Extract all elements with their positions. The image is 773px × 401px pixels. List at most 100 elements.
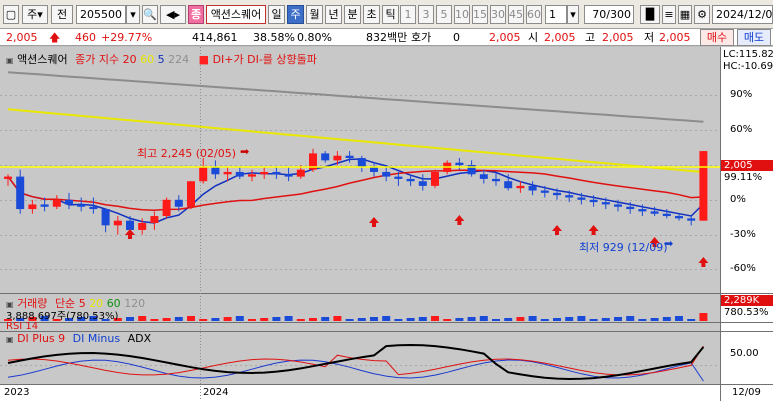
period-button-4[interactable]: 분 bbox=[344, 5, 361, 24]
interval-button-1[interactable]: 3 bbox=[418, 5, 434, 24]
period-button-0[interactable]: 일 bbox=[268, 5, 285, 24]
list-icon[interactable]: ≡ bbox=[662, 5, 676, 24]
chart-area[interactable]: ▣ 액션스퀘어 종가 지수 20 60 5 224 ■ DI+가 DI-를 상향… bbox=[0, 47, 773, 401]
candle-body bbox=[382, 171, 391, 177]
volume-bar bbox=[138, 316, 147, 321]
legend-ma-224: 224 bbox=[168, 53, 190, 66]
candle-body bbox=[565, 195, 574, 198]
count-input[interactable]: 70/300 bbox=[584, 5, 634, 24]
candle-body bbox=[77, 204, 86, 207]
rsi-legend: RSI 14 bbox=[6, 321, 39, 332]
period-button-6[interactable]: 틱 bbox=[382, 5, 399, 24]
candle-body bbox=[296, 169, 305, 177]
calendar-icon[interactable]: ▦ bbox=[678, 5, 692, 24]
legend-stock-name: 액션스퀘어 bbox=[17, 53, 68, 66]
candle-body bbox=[52, 199, 61, 207]
dmi-legend: ▣ DI Plus 9 DI Minus ADX bbox=[6, 332, 151, 345]
volume-bar bbox=[614, 317, 622, 321]
price-legend: ▣ 액션스퀘어 종가 지수 20 60 5 224 ■ DI+가 DI-를 상향… bbox=[6, 51, 317, 67]
volume-bar bbox=[260, 318, 269, 321]
buy-button[interactable]: 매수 bbox=[700, 29, 734, 46]
legend-signal: DI+가 DI-를 상향돌파 bbox=[212, 53, 317, 66]
interval-button-7[interactable]: 60 bbox=[526, 5, 542, 24]
sell-button[interactable]: 매도 bbox=[737, 29, 771, 46]
candle-body bbox=[504, 181, 513, 189]
candle-body bbox=[235, 171, 244, 177]
code-dropdown-icon[interactable]: ▾ bbox=[126, 5, 140, 24]
interval-button-5[interactable]: 30 bbox=[490, 5, 506, 24]
turnover-percent: 0.80% bbox=[297, 31, 332, 44]
candle-body bbox=[650, 211, 659, 214]
quote-bar: 2,005 🡅 460 +29.77% 414,861 38.58% 0.80%… bbox=[0, 29, 773, 46]
interval-button-6[interactable]: 45 bbox=[508, 5, 524, 24]
volume: 414,861 bbox=[192, 31, 238, 44]
candle-body bbox=[589, 199, 598, 203]
open-price: 2,005 bbox=[544, 31, 576, 44]
prefix-button[interactable]: 전 bbox=[51, 5, 73, 24]
x-axis-bg bbox=[0, 385, 773, 401]
volume-bar bbox=[504, 318, 513, 321]
candle-body bbox=[89, 206, 98, 210]
candle-body bbox=[126, 220, 134, 230]
speaker-icon[interactable]: ◀▸ bbox=[160, 5, 186, 24]
bar-chart-icon[interactable]: ▐▌ bbox=[640, 5, 660, 24]
volume-bar bbox=[418, 317, 427, 321]
candle-body bbox=[16, 176, 25, 210]
volume-bar bbox=[174, 317, 183, 321]
candle-body bbox=[638, 209, 647, 212]
max-arrow-icon: ➡ bbox=[240, 145, 250, 158]
volume-value: 3,888,697주(780.53%) bbox=[6, 311, 119, 322]
stock-chart-window: ▢ 주▾ 전 205500 ▾ 🔍 ◀▸ 종 액션스퀘어 일주월년분초틱 135… bbox=[0, 0, 773, 401]
candle-body bbox=[662, 213, 671, 217]
candle-body bbox=[174, 199, 183, 207]
volume-bar bbox=[675, 316, 683, 321]
candle-body bbox=[553, 192, 561, 196]
period-button-5[interactable]: 초 bbox=[363, 5, 380, 24]
market-select[interactable]: 주▾ bbox=[22, 5, 48, 24]
x-label-2023: 2023 bbox=[4, 387, 30, 398]
volume-bar bbox=[467, 317, 476, 321]
stock-code-input[interactable]: 205500 bbox=[76, 5, 126, 24]
panel-icon: ▣ bbox=[6, 56, 14, 65]
high-label: 고 bbox=[585, 31, 596, 44]
close-tag[interactable]: 종 bbox=[188, 5, 204, 24]
window-icon[interactable]: ▢ bbox=[3, 5, 19, 24]
dmi-y-tick: 50.00 bbox=[730, 348, 759, 359]
price-change: 460 bbox=[75, 31, 96, 44]
current-price: 2,005 bbox=[6, 31, 38, 44]
date-input[interactable]: 2024/12/09 bbox=[712, 5, 773, 24]
volume-bar bbox=[333, 316, 342, 321]
period-button-3[interactable]: 년 bbox=[325, 5, 342, 24]
stock-name-field[interactable]: 액션스퀘어 bbox=[206, 5, 266, 24]
gear-icon[interactable]: ⚙ bbox=[694, 5, 710, 24]
interval-button-0[interactable]: 1 bbox=[400, 5, 416, 24]
interval-button-3[interactable]: 10 bbox=[454, 5, 470, 24]
count-max: /300 bbox=[606, 8, 631, 21]
chart-canvas[interactable] bbox=[0, 47, 773, 401]
period-button-2[interactable]: 월 bbox=[306, 5, 323, 24]
hoga-label: 호가 bbox=[411, 31, 432, 44]
volume-bar bbox=[540, 319, 549, 321]
interval-dropdown-icon[interactable]: ▾ bbox=[567, 5, 579, 24]
candle-body bbox=[370, 167, 378, 172]
candle-body bbox=[528, 185, 537, 191]
interval-button-2[interactable]: 5 bbox=[436, 5, 452, 24]
interval-input[interactable]: 1 bbox=[545, 5, 567, 24]
candle-body bbox=[4, 176, 12, 179]
volume-bar bbox=[309, 318, 317, 321]
candle-body bbox=[162, 199, 171, 217]
volume-bar bbox=[662, 317, 671, 321]
volume-bar bbox=[187, 316, 195, 321]
volume-bar bbox=[431, 316, 439, 321]
period-button-1[interactable]: 주 bbox=[287, 5, 304, 24]
candle-body bbox=[699, 151, 708, 221]
min-label: 최저 929 (12/09) bbox=[579, 241, 668, 254]
search-icon[interactable]: 🔍 bbox=[142, 5, 158, 24]
y-tick-label: 60% bbox=[730, 124, 753, 135]
volume-bar bbox=[150, 319, 159, 321]
low-label: 저 bbox=[644, 31, 655, 44]
legend-indicator: 종가 지수 bbox=[75, 53, 120, 66]
interval-button-4[interactable]: 15 bbox=[472, 5, 488, 24]
low-price: 2,005 bbox=[659, 31, 691, 44]
change-percent: +29.77% bbox=[101, 31, 153, 44]
